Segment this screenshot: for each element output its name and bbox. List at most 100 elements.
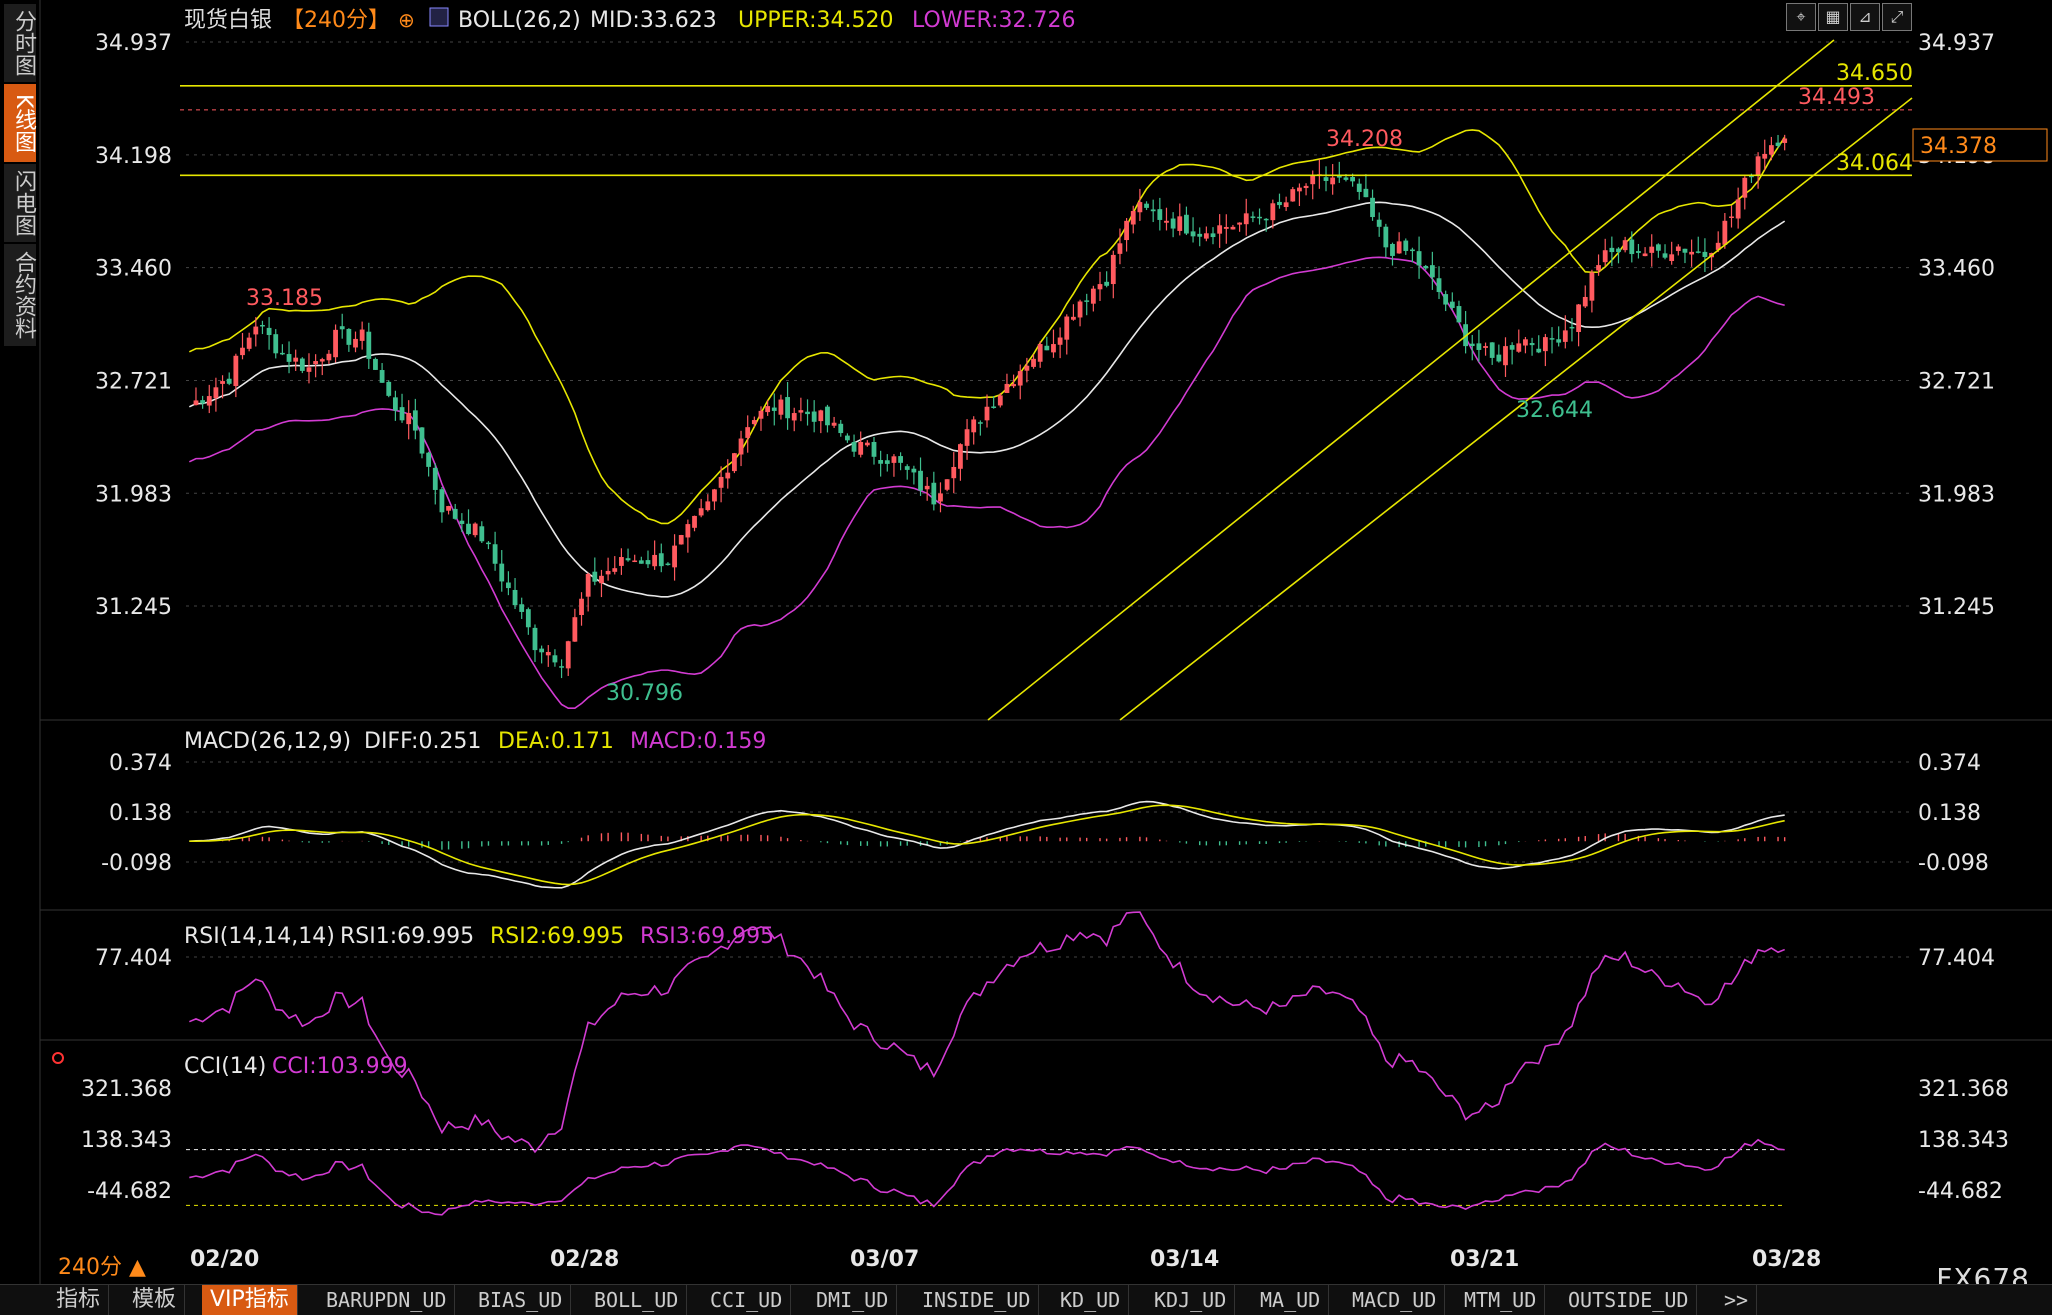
candle-body [1742,177,1748,198]
tab-templates[interactable]: 模板 [124,1285,186,1315]
channel-upper [987,39,1835,721]
x-label: 02/20 [190,1247,259,1272]
candle-body [545,651,551,656]
crosshair-icon[interactable] [52,1052,64,1064]
candle-body [1496,354,1502,362]
candle-body [1144,203,1149,208]
candle-body [1782,138,1788,143]
tab-outside[interactable]: OUTSIDE_UD [1560,1285,1698,1315]
candle-body [359,329,365,341]
candle-body [1476,343,1482,350]
tab-dmi[interactable]: DMI_UD [808,1285,898,1315]
candle-body [399,407,405,421]
tab-mtm[interactable]: MTM_UD [1456,1285,1546,1315]
candle-body [924,485,930,490]
candle-body [751,420,757,425]
tab-inside[interactable]: INSIDE_UD [914,1285,1040,1315]
y-tick-right: 31.245 [1918,595,1995,620]
tab-kdj[interactable]: KDJ_UD [1146,1285,1236,1315]
candle-body [1164,220,1169,223]
candle-body [1768,145,1774,155]
candle-body [1702,251,1708,257]
trend-lines [180,39,1913,721]
candle-body [732,453,737,472]
candle-body [938,493,943,502]
grid-tool-icon[interactable]: ▦ [1818,3,1848,31]
candle-body [864,442,870,446]
candle-body [1436,278,1442,293]
tab-more[interactable]: >> [1716,1285,1758,1315]
candle-body [1616,248,1621,252]
candle-body [499,563,505,582]
candle-body [512,589,518,606]
candle-body [1675,246,1681,251]
candle-body [971,419,977,433]
tab-kd[interactable]: KD_UD [1052,1285,1130,1315]
tab-cci[interactable]: CCI_UD [702,1285,792,1315]
candle-body [625,558,631,561]
candle-body [977,422,983,424]
kline-chart[interactable]: 34.93734.93734.19834.19833.46033.46032.7… [0,0,2052,1284]
candle-body [572,617,578,642]
candle-body [1762,153,1768,159]
candle-body [1396,241,1402,254]
candle-body [419,427,425,454]
candle-body [1582,296,1588,307]
tab-boll[interactable]: BOLL_UD [586,1285,688,1315]
candle-body [1044,345,1050,351]
candle-body [1117,243,1123,254]
settings-icon[interactable]: ⊕ [398,8,415,32]
candle-body [1223,226,1229,229]
boll-label: BOLL(26,2) [458,8,581,33]
expand-tool-icon[interactable]: ⤢ [1882,3,1912,31]
y-tick-left: 77.404 [95,946,172,971]
candle-body [1509,345,1515,350]
y-tick-left: -44.682 [87,1179,172,1204]
candle-body [1217,225,1223,234]
candle-body [452,508,458,519]
tab-barupdn[interactable]: BARUPDN_UD [318,1285,456,1315]
tab-indicators[interactable]: 指标 [48,1285,110,1315]
candle-body [904,466,910,470]
y-tick-right: 32.721 [1918,370,1995,395]
candle-body [718,476,724,488]
period-tag: 【240分】 [282,8,390,33]
candle-body [1549,338,1555,340]
candle-body [698,508,704,516]
candle-body [1642,253,1648,257]
tab-macd[interactable]: MACD_UD [1344,1285,1446,1315]
candle-body [1197,233,1203,237]
candle-body [1356,183,1362,192]
candle-body [825,406,830,426]
period-selector[interactable]: 240分 ▲ [58,1249,146,1281]
candle-body [1137,202,1143,213]
rsi3: RSI3:69.995 [640,924,774,949]
candle-body [791,413,797,421]
candle-body [505,582,511,589]
candle-body [1031,358,1036,367]
x-label: 03/21 [1450,1247,1519,1272]
x-label: 02/28 [550,1247,619,1272]
y-tick-right: 138.343 [1918,1128,2009,1153]
candle-body [1443,294,1449,305]
indicator-icon[interactable] [429,7,449,27]
boll-lower: LOWER:32.726 [912,8,1075,33]
annotation-high-1: 33.185 [246,286,323,311]
x-label: 03/28 [1752,1247,1821,1272]
candle-body [1403,240,1409,251]
tab-ma[interactable]: MA_UD [1252,1285,1330,1315]
candle-body [944,479,950,490]
candle-body [898,456,903,463]
candle-body [1230,226,1236,230]
candle-body [1323,177,1329,181]
crosshair-tool-icon[interactable]: ⌖ [1786,3,1816,31]
tab-bias[interactable]: BIAS_UD [470,1285,572,1315]
candle-body [339,326,345,330]
candle-body [618,557,624,566]
candle-body [871,441,877,457]
candle-body [1330,177,1336,185]
draw-tool-icon[interactable]: ⊿ [1850,3,1880,31]
candle-body [964,429,970,446]
tab-vip-indicators[interactable]: VIP指标 [202,1285,298,1315]
candle-body [858,442,864,455]
